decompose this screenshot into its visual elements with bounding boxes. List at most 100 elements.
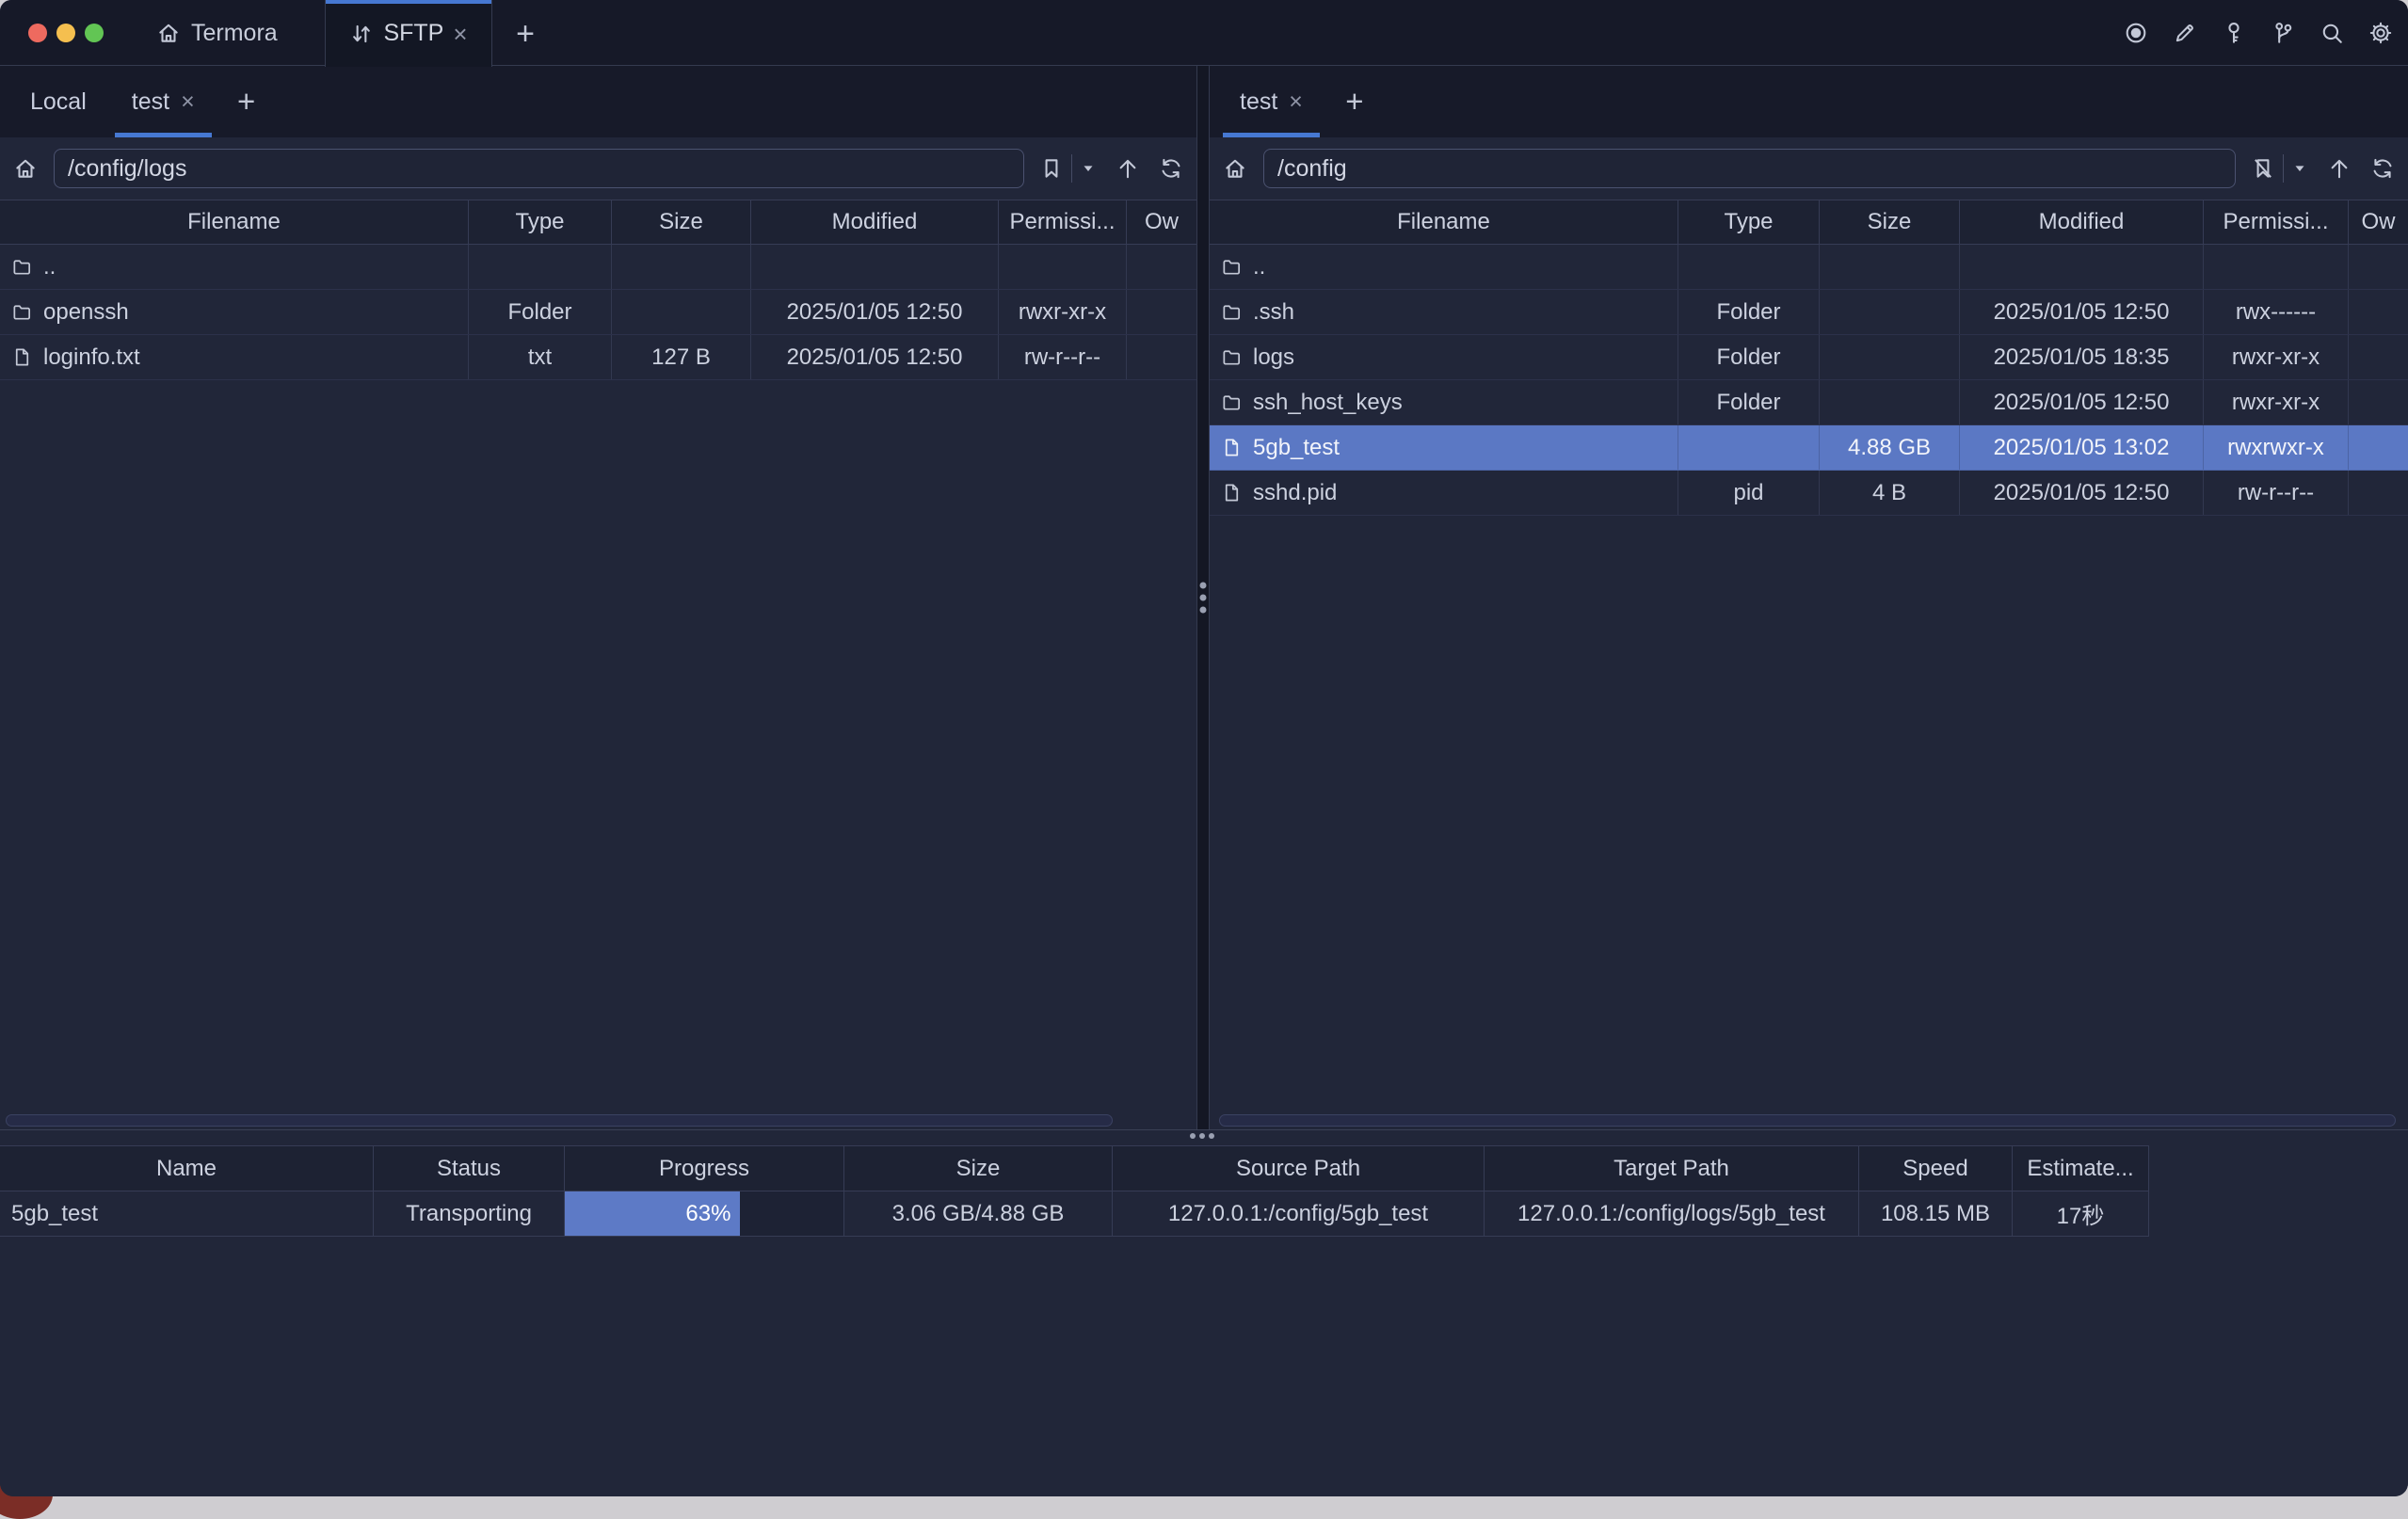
progress-label: 63% [685, 1201, 730, 1227]
permissions-cell: rw-r--r-- [999, 335, 1127, 379]
folder-icon [11, 256, 33, 278]
column-header-owner[interactable]: Ow [1127, 200, 1196, 244]
parent-directory-icon[interactable] [1116, 156, 1140, 181]
column-header-modified[interactable]: Modified [1960, 200, 2204, 244]
bookmark-icon[interactable] [1039, 156, 1064, 181]
maximize-window-button[interactable] [85, 24, 104, 42]
transfer-status-cell: Transporting [374, 1191, 565, 1236]
column-header-size[interactable]: Size [1820, 200, 1960, 244]
home-icon[interactable] [13, 156, 38, 181]
right-tab-test[interactable]: test × [1217, 66, 1325, 137]
left-tab-local-label: Local [30, 88, 87, 116]
column-header-size[interactable]: Size [844, 1146, 1113, 1191]
filename-label: sshd.pid [1253, 480, 1337, 506]
table-row[interactable]: .. [1210, 245, 2408, 290]
splitter-grip-icon [1200, 583, 1207, 614]
column-header-status[interactable]: Status [374, 1146, 565, 1191]
refresh-icon[interactable] [1159, 156, 1183, 181]
column-header-type[interactable]: Type [1678, 200, 1820, 244]
size-cell: 127 B [612, 335, 751, 379]
keychain-icon[interactable] [2271, 21, 2295, 45]
record-icon[interactable] [2124, 21, 2148, 45]
left-new-tab-button[interactable]: + [225, 80, 268, 123]
chevron-down-icon[interactable] [1080, 160, 1097, 177]
modified-cell: 2025/01/05 12:50 [1960, 380, 2204, 424]
transfer-row[interactable]: 5gb_test Transporting 63% 3.06 GB/4.88 G… [0, 1191, 2149, 1237]
owner-cell [2349, 335, 2408, 379]
right-path-input[interactable] [1263, 149, 2236, 188]
refresh-icon[interactable] [2370, 156, 2395, 181]
table-row[interactable]: .. [0, 245, 1196, 290]
search-icon[interactable] [2320, 21, 2344, 45]
filename-label: ssh_host_keys [1253, 390, 1403, 416]
column-header-target-path[interactable]: Target Path [1485, 1146, 1859, 1191]
tab-sftp[interactable]: SFTP × [325, 0, 492, 67]
size-cell: 4 B [1820, 471, 1960, 515]
type-cell: Folder [1678, 335, 1820, 379]
column-header-owner[interactable]: Ow [2349, 200, 2408, 244]
left-tab-test-label: test [132, 88, 169, 116]
table-row[interactable]: logs Folder 2025/01/05 18:35 rwxr-xr-x [1210, 335, 2408, 380]
size-cell [1820, 245, 1960, 289]
key-icon[interactable] [2222, 21, 2246, 45]
left-tab-test[interactable]: test × [109, 66, 217, 137]
edit-icon[interactable] [2173, 21, 2197, 45]
column-header-source-path[interactable]: Source Path [1113, 1146, 1485, 1191]
type-cell: txt [469, 335, 612, 379]
filename-label: logs [1253, 344, 1294, 371]
table-row[interactable]: openssh Folder 2025/01/05 12:50 rwxr-xr-… [0, 290, 1196, 335]
owner-cell [1127, 290, 1196, 334]
type-cell: Folder [1678, 290, 1820, 334]
right-new-tab-button[interactable]: + [1333, 80, 1376, 123]
permissions-cell: rw-r--r-- [2204, 471, 2349, 515]
table-row[interactable]: .ssh Folder 2025/01/05 12:50 rwx------ [1210, 290, 2408, 335]
tab-termora-home[interactable]: Termora [143, 0, 291, 66]
left-tab-local[interactable]: Local [8, 66, 109, 137]
close-tab-icon[interactable]: × [181, 90, 195, 114]
folder-icon [1221, 256, 1243, 278]
horizontal-scrollbar[interactable] [6, 1114, 1113, 1127]
pane-splitter[interactable] [1196, 66, 1210, 1129]
column-header-speed[interactable]: Speed [1859, 1146, 2013, 1191]
column-header-size[interactable]: Size [612, 200, 751, 244]
progress-bar: 63% [565, 1191, 740, 1236]
modified-cell [1960, 245, 2204, 289]
column-header-filename[interactable]: Filename [1210, 200, 1678, 244]
chevron-down-icon[interactable] [2291, 160, 2308, 177]
left-path-input[interactable] [54, 149, 1024, 188]
table-row-selected[interactable]: 5gb_test 4.88 GB 2025/01/05 13:02 rwxrwx… [1210, 425, 2408, 471]
column-header-type[interactable]: Type [469, 200, 612, 244]
modified-cell: 2025/01/05 12:50 [1960, 290, 2204, 334]
filename-label: openssh [43, 299, 129, 326]
column-header-name[interactable]: Name [0, 1146, 374, 1191]
table-row[interactable]: ssh_host_keys Folder 2025/01/05 12:50 rw… [1210, 380, 2408, 425]
parent-directory-icon[interactable] [2327, 156, 2352, 181]
transfer-table: Name Status Progress Size Source Path Ta… [0, 1145, 2149, 1237]
home-icon[interactable] [1223, 156, 1247, 181]
panel-resize-grip-icon[interactable] [1190, 1133, 1214, 1139]
bookmark-slash-icon[interactable] [2251, 156, 2275, 181]
new-terminal-tab-button[interactable]: + [505, 13, 546, 55]
horizontal-scrollbar[interactable] [1219, 1114, 2396, 1127]
size-cell [1820, 290, 1960, 334]
minimize-window-button[interactable] [56, 24, 75, 42]
column-header-modified[interactable]: Modified [751, 200, 999, 244]
right-empty-area [1210, 516, 2408, 1129]
column-header-permissions[interactable]: Permissi... [2204, 200, 2349, 244]
filename-label: loginfo.txt [43, 344, 140, 371]
close-tab-icon[interactable]: × [453, 22, 467, 46]
filename-label: 5gb_test [1253, 435, 1340, 461]
close-tab-icon[interactable]: × [1289, 90, 1303, 114]
close-window-button[interactable] [28, 24, 47, 42]
settings-gear-icon[interactable] [2368, 21, 2393, 45]
owner-cell [1127, 245, 1196, 289]
table-row[interactable]: sshd.pid pid 4 B 2025/01/05 12:50 rw-r--… [1210, 471, 2408, 516]
column-header-permissions[interactable]: Permissi... [999, 200, 1127, 244]
permissions-cell: rwxr-xr-x [999, 290, 1127, 334]
column-header-filename[interactable]: Filename [0, 200, 469, 244]
column-header-progress[interactable]: Progress [565, 1146, 844, 1191]
filename-label: .. [1253, 254, 1265, 280]
column-header-estimate[interactable]: Estimate... [2013, 1146, 2149, 1191]
table-row[interactable]: loginfo.txt txt 127 B 2025/01/05 12:50 r… [0, 335, 1196, 380]
permissions-cell: rwxr-xr-x [2204, 380, 2349, 424]
